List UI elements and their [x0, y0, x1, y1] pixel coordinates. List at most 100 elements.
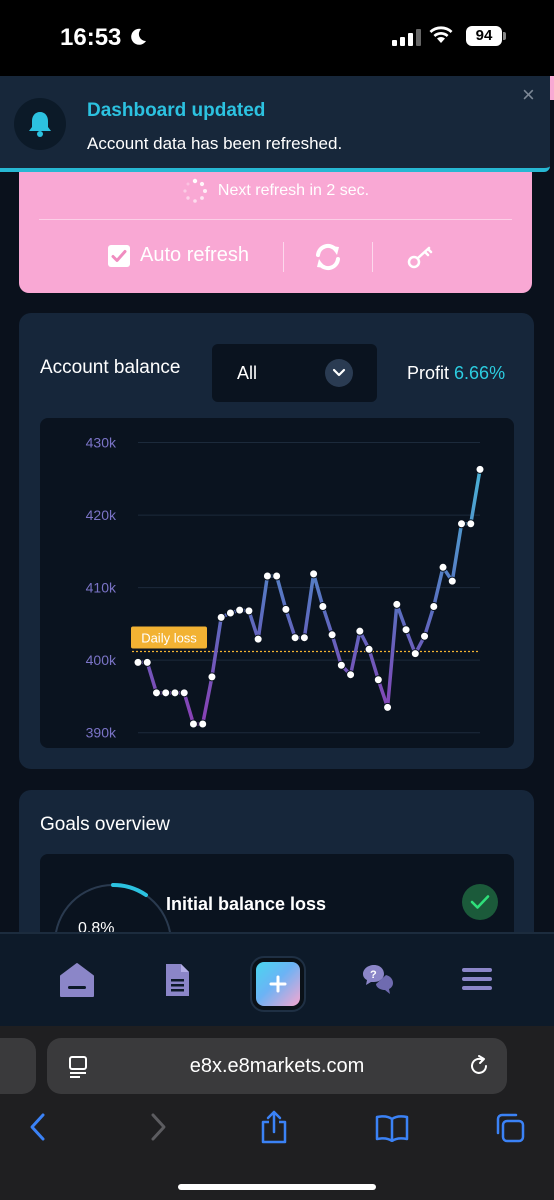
share-icon[interactable]: [260, 1110, 288, 1144]
data-point: [253, 634, 263, 644]
data-point: [401, 625, 411, 635]
checkmark-icon: [111, 249, 127, 262]
back-icon[interactable]: [28, 1112, 48, 1142]
divider: [39, 219, 512, 220]
data-point: [244, 606, 254, 616]
cellular-signal-icon: [392, 28, 421, 46]
period-dropdown[interactable]: All: [212, 344, 377, 402]
refresh-panel: Next refresh in 2 sec. Auto refresh: [19, 168, 532, 293]
y-tick-label: 430k: [86, 435, 117, 451]
data-point: [281, 604, 291, 614]
data-point: [309, 569, 319, 579]
auto-refresh-label: Auto refresh: [140, 244, 249, 266]
tabs-icon[interactable]: [494, 1112, 526, 1144]
balance-chart-svg: 430k 420k 410k 400k 390k Daily loss: [86, 435, 485, 741]
y-tick-label: 410k: [86, 580, 117, 596]
wifi-icon: [429, 26, 453, 43]
data-point: [179, 688, 189, 698]
data-point: [290, 633, 300, 643]
home-indicator: [178, 1184, 376, 1190]
status-bar: 16:53 94: [0, 0, 554, 76]
data-point: [420, 631, 430, 641]
profit-value: 6.66%: [454, 363, 506, 383]
data-point: [475, 464, 485, 474]
sync-icon[interactable]: [313, 242, 343, 272]
toast-title: Dashboard updated: [87, 100, 266, 121]
data-point: [198, 719, 208, 729]
svg-text:?: ?: [370, 969, 377, 981]
add-button[interactable]: [250, 956, 306, 1012]
data-point: [383, 702, 393, 712]
y-tick-label: 420k: [86, 507, 117, 523]
goals-overview-title: Goals overview: [40, 814, 170, 835]
data-point: [272, 571, 282, 581]
data-point: [235, 605, 245, 615]
goal-name: Initial balance loss: [166, 894, 327, 914]
data-point: [364, 644, 374, 654]
y-tick-label: 390k: [86, 725, 117, 741]
loading-spinner-icon: [183, 178, 207, 203]
data-point: [346, 670, 356, 680]
data-point: [466, 519, 476, 529]
help-chat-icon[interactable]: ?: [360, 962, 396, 998]
key-icon[interactable]: [405, 242, 435, 272]
data-point: [161, 688, 171, 698]
data-point: [299, 633, 309, 643]
notification-toast: Dashboard updated Account data has been …: [0, 76, 550, 172]
account-balance-title: Account balance: [40, 357, 181, 378]
account-balance-card: Account balance All Profit 6.66% 430k 420…: [19, 313, 534, 769]
battery-tip: [503, 32, 506, 40]
data-point: [457, 519, 467, 529]
moon-icon: [131, 28, 146, 45]
data-point: [429, 601, 439, 611]
data-point: [447, 576, 457, 586]
data-point: [392, 599, 402, 609]
daily-loss-label: Daily loss: [141, 630, 197, 645]
balance-chart: 430k 420k 410k 400k 390k Daily loss: [40, 418, 514, 748]
battery-indicator: 94: [466, 26, 502, 46]
home-icon[interactable]: [58, 962, 96, 998]
forward-icon[interactable]: [148, 1112, 168, 1142]
refresh-countdown: Next refresh in 2 sec.: [19, 178, 532, 204]
chevron-down-icon: [325, 359, 353, 387]
menu-icon[interactable]: [460, 962, 494, 996]
data-point: [327, 630, 337, 640]
data-point: [133, 657, 143, 667]
refresh-countdown-text: Next refresh in 2 sec.: [217, 182, 370, 199]
check-circle-icon: [462, 884, 498, 920]
profit-summary: Profit 6.66%: [407, 363, 505, 384]
data-point: [410, 649, 420, 659]
data-point: [373, 675, 383, 685]
divider: [372, 242, 373, 272]
bookmarks-icon[interactable]: [374, 1114, 410, 1142]
data-point: [170, 688, 180, 698]
document-icon[interactable]: [163, 962, 191, 998]
data-point: [151, 688, 161, 698]
period-dropdown-value: All: [237, 363, 258, 383]
bell-icon: [14, 98, 66, 150]
data-point: [225, 608, 235, 618]
data-point: [188, 719, 198, 729]
auto-refresh-checkbox[interactable]: [108, 244, 130, 267]
data-point: [355, 626, 365, 636]
reload-icon[interactable]: [467, 1054, 491, 1078]
profit-label: Profit: [407, 363, 450, 383]
data-point: [262, 571, 272, 581]
toast-message: Account data has been refreshed.: [87, 134, 343, 153]
browser-toolbar: e8x.e8markets.com: [0, 1026, 554, 1200]
auto-refresh-toggle[interactable]: Auto refresh: [108, 244, 249, 267]
data-point: [318, 601, 328, 611]
data-point: [142, 657, 152, 667]
address-bar[interactable]: e8x.e8markets.com: [47, 1038, 507, 1094]
series-line: [138, 469, 482, 726]
close-icon[interactable]: ×: [522, 82, 535, 108]
url-text: e8x.e8markets.com: [189, 1055, 365, 1077]
data-point: [438, 562, 448, 572]
divider: [283, 242, 284, 272]
data-point: [216, 612, 226, 622]
data-point: [336, 660, 346, 670]
y-tick-label: 400k: [86, 652, 117, 668]
previous-tab-preview[interactable]: [0, 1038, 36, 1094]
data-point: [207, 672, 217, 682]
plus-icon: [256, 962, 300, 1006]
